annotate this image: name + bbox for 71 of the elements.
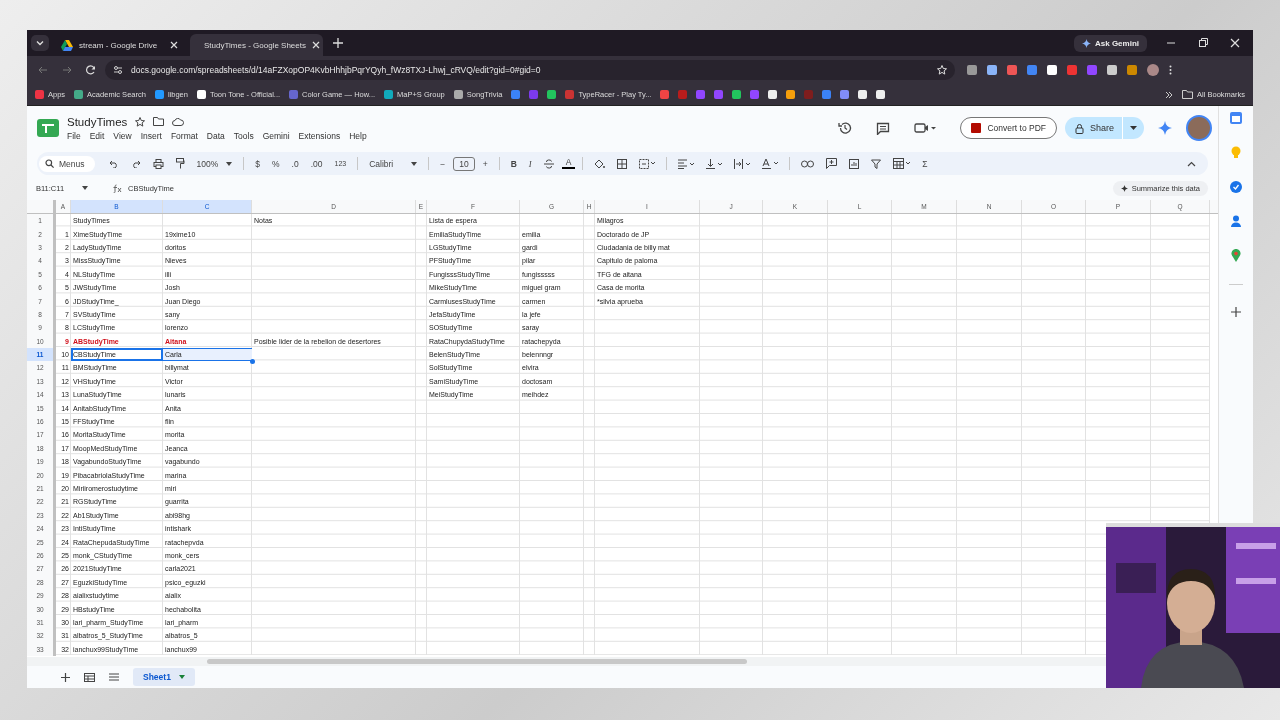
- site-settings-icon[interactable]: [113, 65, 123, 75]
- gemini-icon[interactable]: [1158, 121, 1172, 135]
- decrease-decimal-button[interactable]: .0: [287, 158, 303, 169]
- dropdown-caret-icon[interactable]: [82, 186, 88, 190]
- star-icon[interactable]: [135, 116, 146, 127]
- caret-icon: [226, 161, 233, 166]
- font-size-field[interactable]: 10: [453, 156, 475, 171]
- increase-decimal-button[interactable]: .00: [306, 158, 327, 169]
- profile-avatar[interactable]: [1147, 64, 1159, 76]
- all-sheets-icon[interactable]: [84, 672, 95, 682]
- menu-item[interactable]: Tools: [233, 130, 254, 141]
- contacts-icon[interactable]: [1231, 215, 1241, 227]
- convert-to-pdf-button[interactable]: Convert to PDF: [960, 117, 1057, 139]
- add-sheet-icon[interactable]: [61, 672, 70, 682]
- tasks-icon[interactable]: [1230, 181, 1242, 193]
- sheets-logo[interactable]: [37, 119, 59, 137]
- font-dropdown[interactable]: Calibri: [365, 158, 422, 169]
- menu-item[interactable]: Data: [206, 130, 225, 141]
- menu-item[interactable]: Extensions: [298, 130, 341, 141]
- folder-icon[interactable]: [153, 117, 165, 126]
- zoom-dropdown[interactable]: 100%: [192, 158, 237, 169]
- address-bar[interactable]: docs.google.com/spreadsheets/d/14aFZXopOP4KvbHhhjbPqrYQyh_fWz8TXJ-Lhwj_cRVQ/edit?gid=0#gid=0: [105, 60, 955, 80]
- fx-icon: [112, 183, 122, 193]
- menu-icon[interactable]: [109, 673, 119, 681]
- caret-icon: [411, 161, 418, 166]
- increase-font-size-button[interactable]: +: [478, 158, 492, 169]
- lock-icon: [1074, 122, 1084, 134]
- user-avatar[interactable]: [1186, 115, 1212, 141]
- ask-gemini-button[interactable]: Ask Gemini: [1074, 34, 1147, 52]
- folder-icon: [1182, 90, 1194, 99]
- text-color-button[interactable]: A: [561, 158, 576, 169]
- sheet-tab[interactable]: Sheet1: [133, 668, 195, 686]
- italic-button[interactable]: I: [524, 158, 536, 169]
- menu-item[interactable]: View: [113, 130, 132, 141]
- add-icon[interactable]: [1231, 307, 1241, 317]
- drive-icon: [61, 39, 73, 51]
- close-tab-icon[interactable]: [312, 41, 320, 49]
- more-icon[interactable]: [1169, 65, 1172, 75]
- more-bookmarks-icon[interactable]: [1165, 90, 1174, 99]
- map-pin-icon[interactable]: [1231, 249, 1241, 262]
- search-icon: [45, 159, 54, 168]
- functions-button[interactable]: Σ: [918, 158, 932, 169]
- menu-item[interactable]: File: [67, 130, 81, 141]
- close-tab-icon[interactable]: [170, 41, 178, 49]
- search-menus-field[interactable]: Menus: [39, 155, 95, 172]
- percent-button[interactable]: %: [268, 158, 284, 169]
- decrease-font-size-button[interactable]: −: [436, 158, 450, 169]
- browser-tab[interactable]: stream - Google Drive: [53, 34, 186, 56]
- caret-icon: [178, 675, 185, 679]
- comment-icon[interactable]: [876, 121, 891, 135]
- sparkle-icon: [1082, 38, 1091, 48]
- menu-item[interactable]: Edit: [89, 130, 105, 141]
- bookmark-star-icon[interactable]: [937, 65, 947, 75]
- cloud-icon[interactable]: [172, 117, 185, 126]
- menu-item[interactable]: Insert: [140, 130, 162, 141]
- bold-button[interactable]: B: [506, 158, 521, 169]
- tab-search-icon[interactable]: [31, 35, 49, 51]
- fill-handle[interactable]: [250, 359, 255, 365]
- menu-item[interactable]: Gemini: [262, 130, 290, 141]
- browser-tab[interactable]: StudyTimes - Google Sheets: [190, 34, 323, 56]
- calendar-icon[interactable]: [1230, 112, 1242, 124]
- video-call-icon[interactable]: [914, 122, 937, 134]
- menu-item[interactable]: Help: [349, 130, 367, 141]
- share-button[interactable]: Share: [1064, 117, 1144, 139]
- scrollbar-thumb[interactable]: [207, 659, 747, 664]
- currency-button[interactable]: $: [251, 158, 264, 169]
- history-icon[interactable]: [838, 121, 853, 135]
- caret-icon[interactable]: [1130, 126, 1137, 130]
- menu-item[interactable]: Format: [170, 130, 198, 141]
- sparkle-icon: [1120, 184, 1128, 192]
- document-title[interactable]: StudyTimes: [67, 115, 128, 128]
